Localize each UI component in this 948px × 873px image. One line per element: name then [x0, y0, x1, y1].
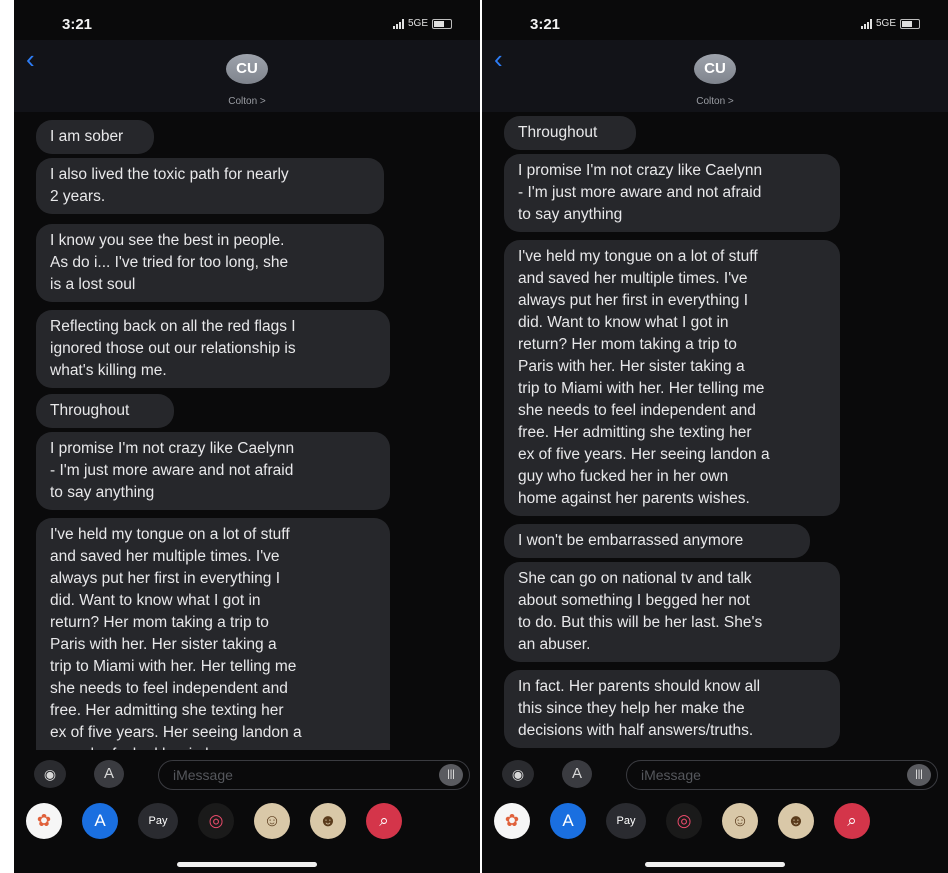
message-bubble[interactable]: I also lived the toxic path for nearly 2…: [36, 158, 384, 214]
phone-screen-right: 3:21 5GE ‹ CU Colton > Throughout I promi…: [482, 0, 948, 873]
battery-icon: [432, 18, 452, 29]
home-indicator[interactable]: [177, 862, 317, 867]
signal-indicator: 5GE: [860, 18, 920, 29]
phone-screen-left: 3:21 5GE ‹ CU Colton > I am sober I also …: [14, 0, 480, 873]
contact-avatar[interactable]: CU: [226, 54, 268, 84]
memoji-stickers-icon[interactable]: ☻: [310, 803, 346, 839]
imessage-input[interactable]: iMessage |||: [158, 760, 470, 790]
network-label: 5GE: [875, 18, 896, 29]
photos-app-icon[interactable]: ✿: [26, 803, 62, 839]
apple-pay-label: Pay: [616, 815, 636, 827]
camera-icon[interactable]: ◉: [502, 760, 534, 788]
contact-name[interactable]: Colton >: [14, 96, 480, 107]
message-bubble[interactable]: Throughout: [36, 394, 174, 428]
apple-pay-icon[interactable]: Pay: [606, 803, 646, 839]
status-bar: 3:21 5GE: [482, 0, 948, 40]
message-composer: ◉ A iMessage |||: [14, 752, 480, 798]
network-label: 5GE: [407, 18, 428, 29]
search-icon[interactable]: ⌕: [366, 803, 402, 839]
search-icon[interactable]: ⌕: [834, 803, 870, 839]
conversation-header: ‹ CU Colton >: [482, 40, 948, 112]
app-store-icon[interactable]: A: [550, 803, 586, 839]
message-bubble[interactable]: Throughout: [504, 116, 636, 150]
message-thread[interactable]: Throughout I promise I'm not crazy like C…: [482, 114, 948, 750]
message-bubble[interactable]: I know you see the best in people. As do…: [36, 224, 384, 302]
status-time: 3:21: [530, 16, 561, 33]
apple-pay-label: Pay: [148, 815, 168, 827]
activity-icon[interactable]: ◎: [666, 803, 702, 839]
imessage-input[interactable]: iMessage |||: [626, 760, 938, 790]
apple-pay-icon[interactable]: Pay: [138, 803, 178, 839]
message-thread[interactable]: I am sober I also lived the toxic path fo…: [14, 114, 480, 750]
message-bubble[interactable]: In fact. Her parents should know all thi…: [504, 670, 840, 748]
battery-icon: [900, 18, 920, 29]
home-indicator[interactable]: [645, 862, 785, 867]
message-bubble[interactable]: I am sober: [36, 120, 154, 154]
imessage-placeholder: iMessage: [173, 767, 233, 783]
imessage-placeholder: iMessage: [641, 767, 701, 783]
message-bubble[interactable]: I've held my tongue on a lot of stuff an…: [504, 240, 840, 516]
audio-icon[interactable]: |||: [439, 764, 463, 786]
memoji-stickers-icon[interactable]: ☻: [778, 803, 814, 839]
back-chevron-icon[interactable]: ‹: [494, 46, 503, 72]
signal-indicator: 5GE: [392, 18, 452, 29]
message-composer: ◉ A iMessage |||: [482, 752, 948, 798]
contact-name[interactable]: Colton >: [482, 96, 948, 107]
message-bubble[interactable]: I won't be embarrassed anymore: [504, 524, 810, 558]
photos-app-icon[interactable]: ✿: [494, 803, 530, 839]
app-drawer: ✿ A Pay ◎ ☺ ☻ ⌕: [14, 798, 480, 844]
contact-avatar[interactable]: CU: [694, 54, 736, 84]
app-store-icon[interactable]: A: [94, 760, 124, 788]
signal-bars-icon: [392, 18, 404, 29]
app-store-icon[interactable]: A: [82, 803, 118, 839]
status-time: 3:21: [62, 16, 93, 33]
message-bubble[interactable]: She can go on national tv and talk about…: [504, 562, 840, 662]
app-store-icon[interactable]: A: [562, 760, 592, 788]
message-bubble[interactable]: I promise I'm not crazy like Caelynn - I…: [504, 154, 840, 232]
conversation-header: ‹ CU Colton >: [14, 40, 480, 112]
message-bubble[interactable]: I've held my tongue on a lot of stuff an…: [36, 518, 390, 750]
status-bar: 3:21 5GE: [14, 0, 480, 40]
back-chevron-icon[interactable]: ‹: [26, 46, 35, 72]
activity-icon[interactable]: ◎: [198, 803, 234, 839]
camera-icon[interactable]: ◉: [34, 760, 66, 788]
message-bubble[interactable]: Reflecting back on all the red flags I i…: [36, 310, 390, 388]
message-bubble[interactable]: I promise I'm not crazy like Caelynn - I…: [36, 432, 390, 510]
app-drawer: ✿ A Pay ◎ ☺ ☻ ⌕: [482, 798, 948, 844]
audio-icon[interactable]: |||: [907, 764, 931, 786]
signal-bars-icon: [860, 18, 872, 29]
memoji-icon[interactable]: ☺: [722, 803, 758, 839]
memoji-icon[interactable]: ☺: [254, 803, 290, 839]
